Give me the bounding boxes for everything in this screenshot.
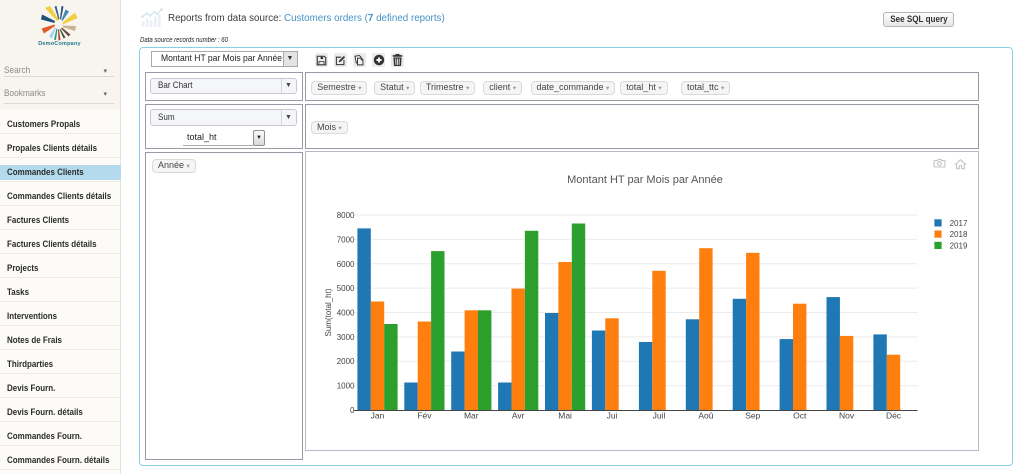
svg-text:Jui: Jui — [607, 410, 618, 420]
svg-text:Montant HT par Mois par Année: Montant HT par Mois par Année — [567, 174, 723, 186]
svg-text:8000: 8000 — [337, 211, 355, 220]
svg-text:Jan: Jan — [371, 410, 385, 420]
svg-text:Mar: Mar — [464, 410, 479, 420]
svg-text:Déc: Déc — [886, 410, 902, 420]
svg-text:3000: 3000 — [337, 332, 355, 341]
svg-text:5000: 5000 — [337, 284, 355, 293]
svg-text:Oct: Oct — [793, 410, 807, 420]
svg-text:Sep: Sep — [745, 410, 760, 420]
svg-text:Fév: Fév — [417, 410, 432, 420]
svg-text:2000: 2000 — [337, 357, 355, 366]
svg-text:6000: 6000 — [337, 259, 355, 268]
svg-text:Mai: Mai — [558, 410, 572, 420]
svg-text:7000: 7000 — [337, 235, 355, 244]
svg-text:2018: 2018 — [950, 230, 968, 239]
svg-text:Nov: Nov — [839, 410, 855, 420]
svg-text:2019: 2019 — [950, 241, 968, 250]
svg-text:4000: 4000 — [337, 308, 355, 317]
svg-text:Avr: Avr — [512, 410, 525, 420]
svg-text:1000: 1000 — [337, 381, 355, 390]
svg-text:Sum(total_ht): Sum(total_ht) — [324, 288, 333, 336]
svg-text:2017: 2017 — [950, 219, 968, 228]
svg-text:Aoû: Aoû — [698, 410, 713, 420]
svg-text:Juil: Juil — [653, 410, 666, 420]
